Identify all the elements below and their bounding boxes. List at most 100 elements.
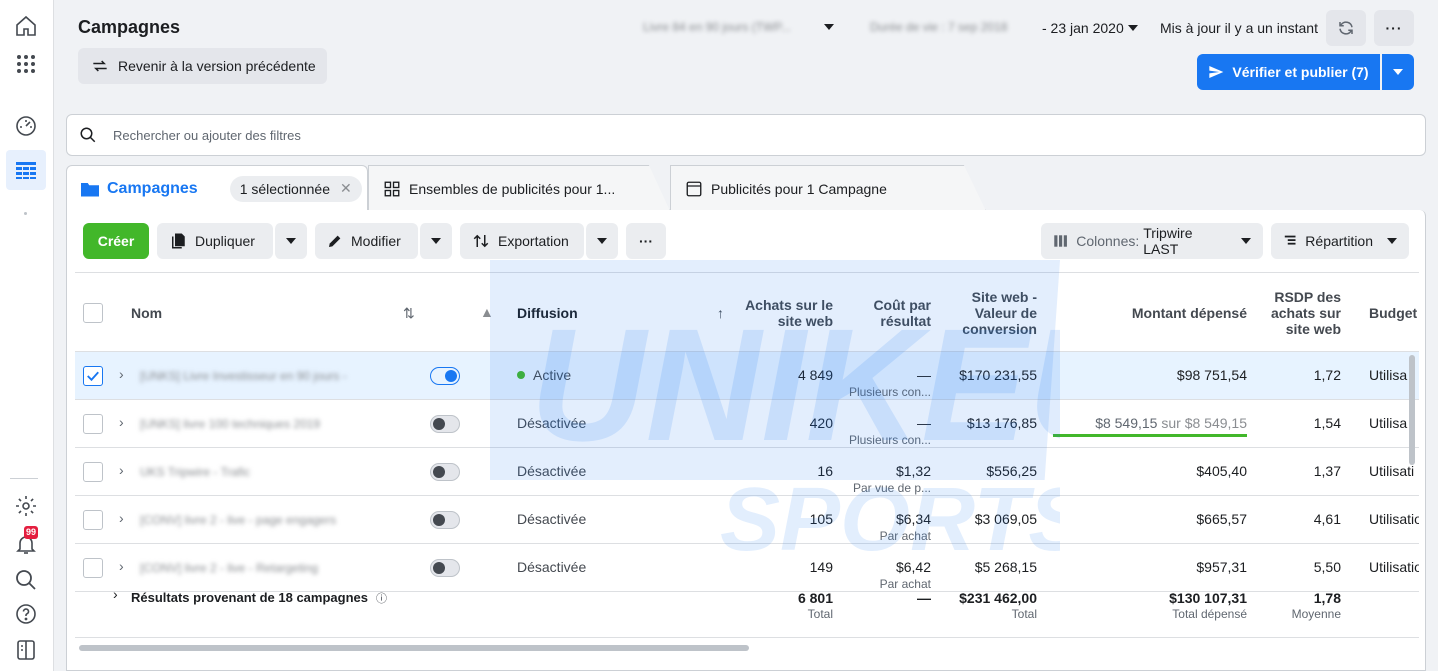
row-checkbox[interactable]: [83, 366, 103, 386]
info-icon[interactable]: ⓘ: [376, 590, 387, 606]
row-checkbox[interactable]: [83, 510, 103, 530]
header-value-line3: conversion: [962, 321, 1037, 337]
expand-row-chevron-icon[interactable]: ›: [119, 510, 124, 526]
publish-dropdown-button[interactable]: [1382, 54, 1414, 90]
summary-value-sub: Total: [1011, 607, 1037, 621]
conversion-value: $5 268,15: [974, 559, 1037, 575]
refresh-button[interactable]: [1326, 10, 1366, 46]
apps-grid-icon[interactable]: [12, 50, 40, 78]
revert-version-button[interactable]: Revenir à la version précédente: [78, 48, 327, 84]
vertical-scrollbar[interactable]: [1409, 355, 1415, 465]
header-amount-spent[interactable]: Montant dépensé: [1075, 305, 1247, 321]
campaign-name[interactable]: UKS Tripwire - Trafic: [135, 448, 420, 496]
campaign-name-text: [CONV] livre 2 - live - page engagers: [140, 513, 337, 527]
campaign-toggle[interactable]: [430, 415, 460, 433]
chevron-down-icon[interactable]: [824, 24, 834, 30]
summary-roas: 1,78: [1313, 590, 1341, 606]
conversion-value: $170 231,55: [959, 367, 1037, 383]
attribution-selector[interactable]: Livre 84 en 90 jours (TWP...: [643, 20, 791, 34]
campaign-name-text: [UNKS] Livre Investisseur en 90 jours -: [140, 369, 347, 383]
header-name[interactable]: Nom: [131, 305, 162, 321]
publish-label: Vérifier et publier (7): [1232, 64, 1369, 80]
roas-value: 1,54: [1313, 415, 1341, 431]
header-purchases-line2: site web: [777, 313, 833, 329]
dashboard-gauge-icon[interactable]: [12, 112, 40, 140]
cost-value: $6,42: [895, 559, 931, 575]
settings-gear-icon[interactable]: [12, 492, 40, 520]
expand-row-chevron-icon[interactable]: ›: [119, 414, 124, 430]
header-purchases[interactable]: Achats sur le site web: [735, 297, 833, 329]
amount-spent: $665,57: [1075, 511, 1247, 527]
cost-subtext: Par achat: [879, 529, 931, 543]
roas-value: 4,61: [1313, 511, 1341, 527]
more-options-button[interactable]: ···: [1374, 10, 1414, 46]
search-input[interactable]: [113, 127, 713, 143]
sort-up-icon[interactable]: ↑: [717, 305, 724, 321]
campaign-name[interactable]: [CONV] livre 2 - live - page engagers: [135, 496, 420, 544]
row-checkbox[interactable]: [83, 414, 103, 434]
duplicate-dropdown[interactable]: [274, 223, 307, 259]
more-actions-button[interactable]: ···: [626, 223, 666, 259]
page-title: Campagnes: [78, 17, 181, 37]
table-row[interactable]: › [CONV] livre 2 - live - page engagers Dé…: [75, 496, 1419, 544]
selection-chip[interactable]: 1 sélectionnée ✕: [229, 175, 362, 202]
header-budget[interactable]: Budget: [1369, 305, 1417, 321]
create-button[interactable]: Créer: [83, 223, 149, 259]
warning-icon[interactable]: ▲: [480, 304, 494, 320]
header-roas-line1: RSDP des: [1274, 289, 1341, 305]
campaign-toggle[interactable]: [430, 367, 460, 385]
search-icon[interactable]: [12, 566, 40, 594]
edit-button[interactable]: Modifier: [315, 223, 418, 259]
revert-label: Revenir à la version précédente: [118, 58, 316, 74]
chevron-down-icon[interactable]: [1128, 25, 1138, 31]
header-roas[interactable]: RSDP des achats sur site web: [1265, 289, 1341, 337]
export-dropdown[interactable]: [585, 223, 618, 259]
expand-summary-chevron-icon[interactable]: ›: [113, 586, 118, 602]
duplicate-icon: [172, 233, 185, 249]
toggle-panel-icon[interactable]: [12, 636, 40, 664]
tab-campaigns[interactable]: Campagnes 1 sélectionnée ✕: [66, 165, 368, 211]
expand-row-chevron-icon[interactable]: ›: [119, 366, 124, 382]
review-publish-button[interactable]: Vérifier et publier (7): [1197, 54, 1380, 90]
tab-ad-sets[interactable]: Ensembles de publicités pour 1...: [368, 165, 670, 211]
selection-count: 1 sélectionnée: [239, 180, 330, 197]
date-range-prefix[interactable]: Durée de vie : 7 sep 2018: [870, 20, 1007, 34]
header-conversion-value[interactable]: Site web - Valeur de conversion: [943, 289, 1037, 337]
table-row[interactable]: › [UNKS] Livre Investisseur en 90 jours -…: [75, 352, 1419, 400]
table-row[interactable]: › [UNKS] livre 100 techniques 2019 Désacti…: [75, 400, 1419, 448]
delivery-status: Désactivée: [517, 511, 586, 527]
edit-dropdown[interactable]: [419, 223, 452, 259]
filter-search-bar[interactable]: [66, 114, 1426, 156]
campaign-toggle[interactable]: [430, 463, 460, 481]
expand-row-chevron-icon[interactable]: ›: [119, 462, 124, 478]
campaign-name[interactable]: [UNKS] livre 100 techniques 2019: [135, 400, 420, 448]
row-checkbox[interactable]: [83, 462, 103, 482]
header-purchases-line1: Achats sur le: [745, 297, 833, 313]
delivery-status: Désactivée: [517, 415, 586, 431]
campaign-toggle[interactable]: [430, 559, 460, 577]
horizontal-scrollbar[interactable]: [79, 645, 749, 651]
summary-spent: $130 107,31: [1169, 590, 1247, 606]
header-delivery[interactable]: Diffusion: [517, 305, 578, 321]
expand-row-chevron-icon[interactable]: ›: [119, 558, 124, 574]
duplicate-button[interactable]: Dupliquer: [157, 223, 273, 259]
breakdown-button[interactable]: Répartition: [1271, 223, 1409, 259]
campaign-name[interactable]: [UNKS] Livre Investisseur en 90 jours -: [135, 352, 420, 400]
home-icon[interactable]: [12, 12, 40, 40]
header-cost[interactable]: Coût par résultat: [845, 297, 931, 329]
export-button[interactable]: Exportation: [460, 223, 584, 259]
sort-arrows-icon[interactable]: ⇅: [403, 305, 415, 321]
table-row[interactable]: › UKS Tripwire - Trafic Désactivée 16 $1,32 P…: [75, 448, 1419, 496]
tab-ads-label: Publicités pour 1 Campagne: [711, 180, 887, 197]
campaign-toggle[interactable]: [430, 511, 460, 529]
columns-selector[interactable]: Colonnes: Tripwire LAST: [1041, 223, 1263, 259]
date-range-end[interactable]: - 23 jan 2020: [1042, 20, 1124, 36]
budget-value: Utilisatio: [1369, 511, 1419, 527]
select-all-checkbox[interactable]: [83, 303, 103, 323]
ads-manager-table-icon[interactable]: [6, 150, 46, 190]
help-icon[interactable]: [12, 600, 40, 628]
tab-ads[interactable]: Publicités pour 1 Campagne: [670, 165, 986, 211]
row-checkbox[interactable]: [83, 558, 103, 578]
spent-value: $957,31: [1196, 559, 1247, 575]
clear-selection-icon[interactable]: ✕: [340, 180, 352, 197]
